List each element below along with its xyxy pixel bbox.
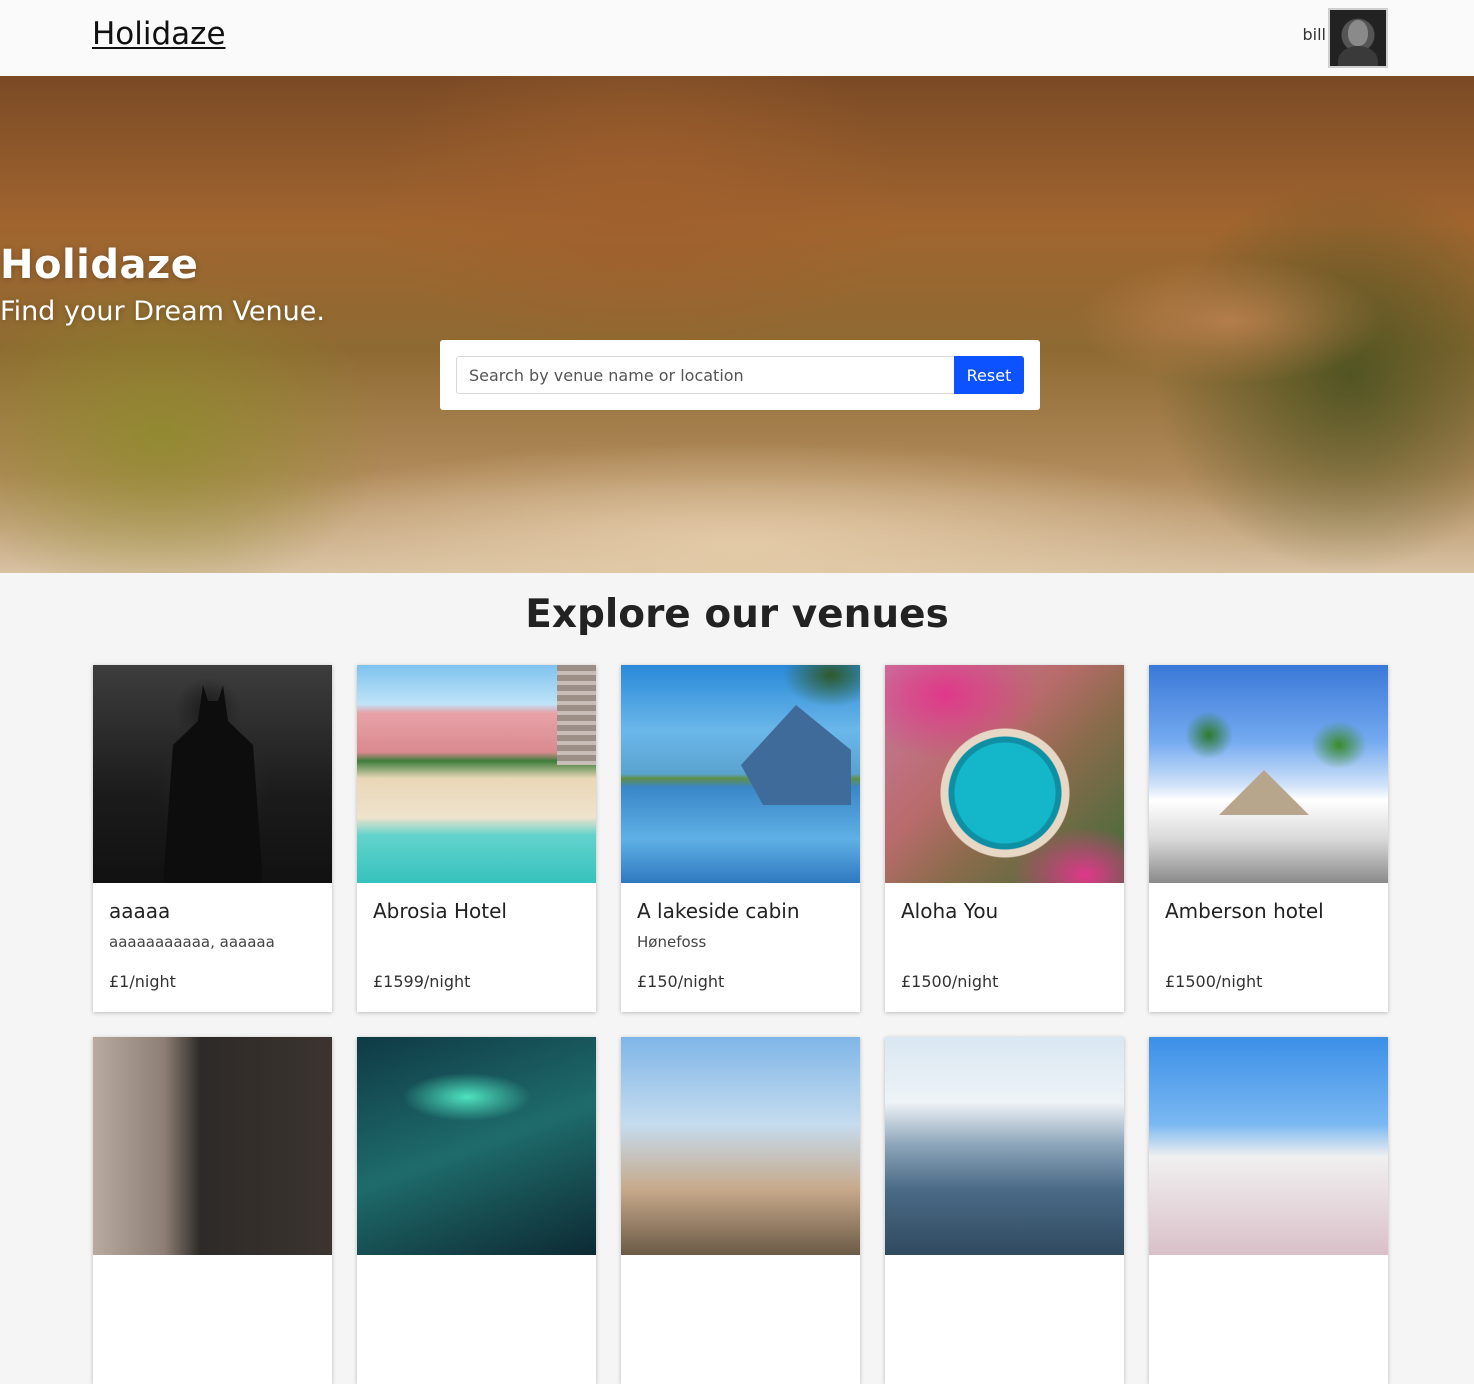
hero-banner: Holidaze Find your Dream Venue. Reset	[0, 76, 1474, 573]
venue-image	[1149, 665, 1388, 883]
venue-card[interactable]: Aloha You £1500/night	[885, 665, 1124, 1012]
venue-name: A lakeside cabin	[637, 899, 800, 923]
venue-price: £1599/night	[373, 972, 471, 991]
avatar[interactable]	[1328, 8, 1388, 68]
venue-image	[357, 1037, 596, 1255]
search-input[interactable]	[456, 356, 954, 394]
venue-card[interactable]: Amberson hotel £1500/night	[1149, 665, 1388, 1012]
user-menu[interactable]: bill	[1302, 8, 1388, 68]
venue-price: £1/night	[109, 972, 176, 991]
venue-location: aaaaaaaaaaa, aaaaaa	[109, 933, 275, 951]
hero-subtitle: Find your Dream Venue.	[0, 296, 325, 327]
venue-image	[93, 1037, 332, 1255]
venue-image	[357, 665, 596, 883]
brand-logo-link[interactable]: Holidaze	[92, 16, 226, 52]
venue-name: Aloha You	[901, 899, 999, 923]
venue-card[interactable]	[621, 1037, 860, 1384]
venue-card[interactable]: Abrosia Hotel £1599/night	[357, 665, 596, 1012]
venue-price: £1500/night	[1165, 972, 1263, 991]
venue-name: Amberson hotel	[1165, 899, 1324, 923]
hero-title: Holidaze	[0, 242, 199, 288]
venue-image	[621, 1037, 860, 1255]
user-name: bill	[1302, 24, 1327, 44]
venue-name: aaaaa	[109, 899, 171, 923]
search-box: Reset	[440, 340, 1040, 410]
venue-image	[885, 665, 1124, 883]
top-header: Holidaze bill	[0, 0, 1474, 76]
venue-image	[93, 665, 332, 883]
venue-image	[885, 1037, 1124, 1255]
venue-card[interactable]	[1149, 1037, 1388, 1384]
venue-card[interactable]	[885, 1037, 1124, 1384]
venue-price: £1500/night	[901, 972, 999, 991]
venue-image	[621, 665, 860, 883]
venue-price: £150/night	[637, 972, 725, 991]
section-title: Explore our venues	[525, 592, 949, 637]
venue-card[interactable]: A lakeside cabin Hønefoss £150/night	[621, 665, 860, 1012]
venue-card[interactable]: aaaaa aaaaaaaaaaa, aaaaaa £1/night	[93, 665, 332, 1012]
venue-image	[1149, 1037, 1388, 1255]
venue-card[interactable]	[357, 1037, 596, 1384]
venue-card[interactable]	[93, 1037, 332, 1384]
venue-name: Abrosia Hotel	[373, 899, 507, 923]
reset-button[interactable]: Reset	[954, 356, 1024, 394]
venue-location: Hønefoss	[637, 933, 707, 951]
